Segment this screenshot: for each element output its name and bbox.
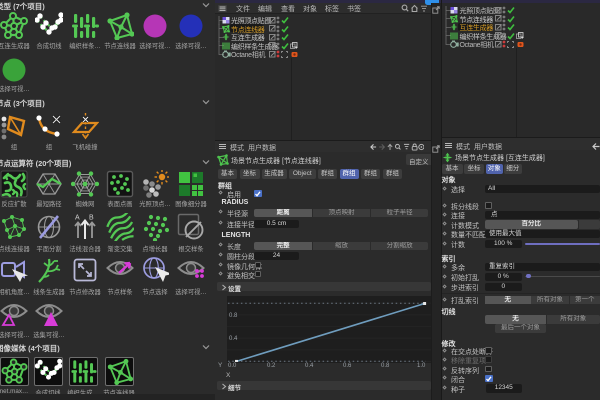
svg-text:A: A xyxy=(75,215,80,222)
svg-text:B: B xyxy=(89,215,94,222)
